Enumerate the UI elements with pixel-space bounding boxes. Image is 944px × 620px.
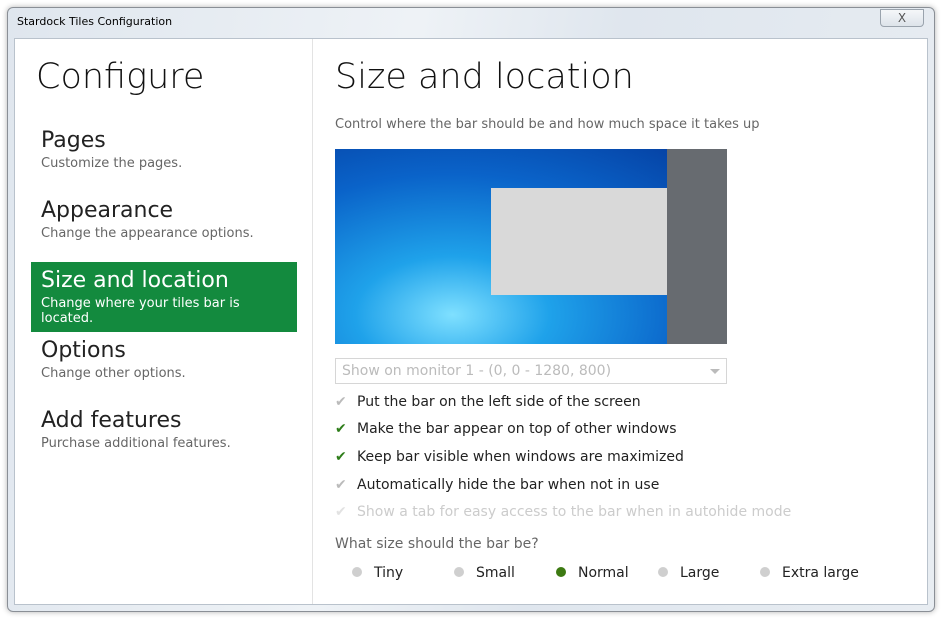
- sidebar-item-add-features[interactable]: Add features Purchase additional features…: [31, 402, 297, 472]
- chevron-down-icon: [710, 369, 720, 379]
- monitor-select[interactable]: Show on monitor 1 - (0, 0 - 1280, 800): [335, 358, 727, 384]
- radio-normal[interactable]: Normal: [556, 565, 629, 581]
- nav-title: Appearance: [41, 198, 174, 223]
- radio-small[interactable]: Small: [454, 565, 515, 581]
- checkbox-left-side[interactable]: ✔ Put the bar on the left side of the scr…: [335, 394, 641, 410]
- monitor-select-value: Show on monitor 1 - (0, 0 - 1280, 800): [342, 363, 612, 379]
- main-panel: Size and location Control where the bar …: [335, 39, 927, 604]
- size-question: What size should the bar be?: [335, 536, 539, 552]
- nav-subtitle: Change the appearance options.: [41, 226, 254, 241]
- radio-dot: [760, 567, 770, 577]
- sidebar-heading: Configure: [36, 57, 205, 97]
- radio-dot: [454, 567, 464, 577]
- nav-title: Add features: [41, 408, 182, 433]
- page-description: Control where the bar should be and how …: [335, 117, 760, 132]
- radio-extra-large[interactable]: Extra large: [760, 565, 859, 581]
- page-title: Size and location: [335, 57, 634, 97]
- radio-label: Large: [680, 565, 720, 581]
- nav-title: Size and location: [41, 268, 229, 293]
- window: Stardock Tiles Configuration X Configure…: [7, 7, 935, 612]
- nav-subtitle: Customize the pages.: [41, 156, 183, 171]
- radio-label: Tiny: [374, 565, 404, 581]
- sidebar-item-pages[interactable]: Pages Customize the pages.: [31, 122, 297, 192]
- radio-label: Normal: [578, 565, 629, 581]
- checkbox-label: Show a tab for easy access to the bar wh…: [357, 504, 792, 520]
- check-icon: ✔: [335, 477, 347, 493]
- radio-dot: [658, 567, 668, 577]
- checkbox-label: Make the bar appear on top of other wind…: [357, 421, 677, 437]
- close-button[interactable]: X: [880, 9, 924, 27]
- checkbox-autohide[interactable]: ✔ Automatically hide the bar when not in …: [335, 477, 659, 493]
- nav-subtitle: Change where your tiles bar is located.: [41, 296, 240, 326]
- sidebar-item-appearance[interactable]: Appearance Change the appearance options.: [31, 192, 297, 262]
- checkbox-label: Automatically hide the bar when not in u…: [357, 477, 660, 493]
- radio-label: Extra large: [782, 565, 859, 581]
- radio-label: Small: [476, 565, 515, 581]
- radio-dot: [556, 567, 566, 577]
- preview-tiles-bar: [667, 149, 727, 344]
- client-area: Configure Pages Customize the pages. Appe…: [14, 38, 928, 605]
- window-title: Stardock Tiles Configuration: [17, 15, 173, 28]
- radio-large[interactable]: Large: [658, 565, 719, 581]
- check-icon: ✔: [335, 421, 347, 437]
- sidebar: Configure Pages Customize the pages. Appe…: [15, 39, 313, 604]
- checkbox-show-tab[interactable]: ✔ Show a tab for easy access to the bar w…: [335, 504, 791, 520]
- sidebar-item-options[interactable]: Options Change other options.: [31, 332, 297, 402]
- nav-subtitle: Change other options.: [41, 366, 186, 381]
- close-icon: X: [897, 11, 907, 25]
- checkbox-on-top[interactable]: ✔ Make the bar appear on top of other win…: [335, 421, 677, 437]
- radio-dot: [352, 567, 362, 577]
- check-icon: ✔: [335, 394, 347, 410]
- sidebar-item-size-and-location[interactable]: Size and location Change where your tiles…: [31, 262, 297, 332]
- radio-tiny[interactable]: Tiny: [352, 565, 403, 581]
- check-icon: ✔: [335, 449, 347, 465]
- screen-preview: [335, 149, 727, 344]
- nav-title: Options: [41, 338, 126, 363]
- nav-title: Pages: [41, 128, 106, 153]
- nav-subtitle: Purchase additional features.: [41, 436, 231, 451]
- checkbox-label: Keep bar visible when windows are maximi…: [357, 449, 684, 465]
- checkbox-label: Put the bar on the left side of the scre…: [357, 394, 641, 410]
- check-icon: ✔: [335, 504, 347, 520]
- checkbox-keep-visible[interactable]: ✔ Keep bar visible when windows are maxim…: [335, 449, 684, 465]
